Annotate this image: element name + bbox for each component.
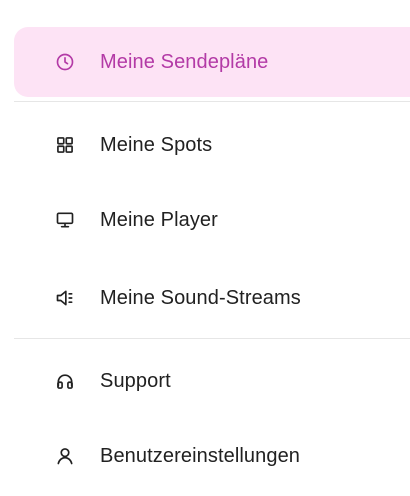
sidebar-item-label: Meine Sendepläne	[100, 50, 269, 73]
sidebar-item-benutzereinstellungen[interactable]: Benutzereinstellungen	[14, 421, 410, 491]
sidebar-item-meine-spots[interactable]: Meine Spots	[14, 110, 410, 180]
sidebar-item-meine-sendeplaene[interactable]: Meine Sendepläne	[14, 27, 410, 97]
sidebar-item-label: Meine Spots	[100, 133, 213, 156]
monitor-icon	[54, 209, 76, 231]
clock-icon	[54, 51, 76, 73]
divider	[14, 338, 410, 339]
sidebar-item-label: Meine Sound-Streams	[100, 286, 301, 309]
sidebar-nav: Meine Sendepläne Meine Spots Meine Playe…	[0, 0, 410, 496]
sidebar-item-meine-sound-streams[interactable]: Meine Sound-Streams	[14, 263, 410, 333]
user-icon	[54, 445, 76, 467]
sidebar-item-label: Benutzereinstellungen	[100, 444, 301, 467]
grid-icon	[54, 134, 76, 156]
sidebar-item-support[interactable]: Support	[14, 346, 410, 416]
divider	[14, 101, 410, 102]
sidebar-item-meine-player[interactable]: Meine Player	[14, 185, 410, 255]
speaker-icon	[54, 287, 76, 309]
sidebar-item-label: Meine Player	[100, 208, 218, 231]
sidebar-item-label: Support	[100, 369, 171, 392]
headphones-icon	[54, 370, 76, 392]
